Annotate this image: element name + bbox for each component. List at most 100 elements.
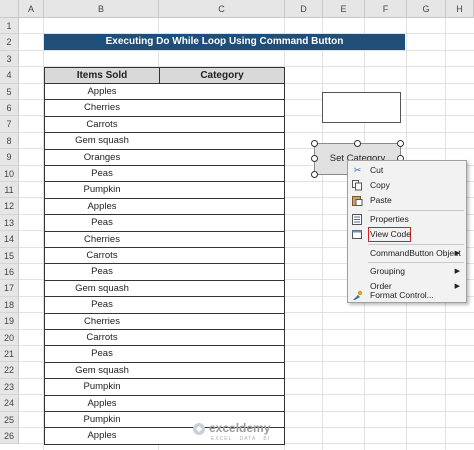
items-sold-cell[interactable]: Peas xyxy=(44,264,160,281)
resize-handle-bottom-left[interactable] xyxy=(311,171,318,178)
menu-item-cut[interactable]: ✂ Cut xyxy=(348,163,466,178)
row-header-1[interactable]: 1 xyxy=(0,18,19,35)
category-cell[interactable] xyxy=(159,166,285,183)
menu-separator xyxy=(368,244,464,245)
menu-separator xyxy=(368,262,464,263)
row-header-24[interactable]: 24 xyxy=(0,395,19,412)
row-header-12[interactable]: 12 xyxy=(0,198,19,215)
menu-item-grouping[interactable]: Grouping ▶ xyxy=(348,264,466,279)
category-cell[interactable] xyxy=(159,313,285,330)
row-header-15[interactable]: 15 xyxy=(0,247,19,264)
row-header-23[interactable]: 23 xyxy=(0,378,19,396)
category-cell[interactable] xyxy=(159,395,285,412)
items-sold-cell[interactable]: Peas xyxy=(44,166,160,183)
items-sold-cell[interactable]: Carrots xyxy=(44,248,160,265)
category-cell[interactable] xyxy=(159,182,285,199)
items-sold-cell[interactable]: Carrots xyxy=(44,116,160,134)
category-cell[interactable] xyxy=(159,280,285,298)
category-cell[interactable] xyxy=(159,362,285,380)
row-header-9[interactable]: 9 xyxy=(0,149,19,166)
items-sold-cell[interactable]: Cherries xyxy=(44,313,160,330)
row-header-10[interactable]: 10 xyxy=(0,165,19,182)
menu-item-paste[interactable]: Paste xyxy=(348,193,466,208)
scissors-icon: ✂ xyxy=(353,165,362,175)
items-sold-cell[interactable]: Peas xyxy=(44,297,160,314)
items-sold-cell[interactable]: Cherries xyxy=(44,100,160,117)
column-header-d[interactable]: D xyxy=(285,0,323,18)
row-header-16[interactable]: 16 xyxy=(0,264,19,281)
row-header-25[interactable]: 25 xyxy=(0,411,19,428)
text-box[interactable] xyxy=(322,92,401,123)
select-all-corner[interactable] xyxy=(0,0,19,18)
items-sold-cell[interactable]: Pumpkin xyxy=(44,412,160,429)
row-header-6[interactable]: 6 xyxy=(0,100,19,117)
column-header-f[interactable]: F xyxy=(365,0,407,18)
items-sold-cell[interactable]: Apples xyxy=(44,84,160,101)
category-cell[interactable] xyxy=(159,215,285,232)
category-cell[interactable] xyxy=(159,297,285,314)
category-cell[interactable] xyxy=(159,231,285,248)
items-sold-cell[interactable]: Pumpkin xyxy=(44,379,160,396)
items-sold-cell[interactable]: Gem squash xyxy=(44,133,160,150)
resize-handle-top-right[interactable] xyxy=(397,140,404,147)
menu-item-properties[interactable]: Properties xyxy=(348,212,466,227)
items-sold-cell[interactable]: Peas xyxy=(44,346,160,363)
category-cell[interactable] xyxy=(159,84,285,101)
row-header-19[interactable]: 19 xyxy=(0,313,19,330)
column-header-g[interactable]: G xyxy=(407,0,446,18)
column-header-c[interactable]: C xyxy=(159,0,285,18)
category-cell[interactable] xyxy=(159,100,285,117)
row-header-5[interactable]: 5 xyxy=(0,83,19,100)
category-cell[interactable] xyxy=(159,330,285,347)
row-header-17[interactable]: 17 xyxy=(0,280,19,297)
menu-item-commandbutton-object[interactable]: CommandButton Object ▶ xyxy=(348,246,466,261)
submenu-arrow-icon: ▶ xyxy=(454,268,460,275)
menu-item-format-control[interactable]: Format Control... xyxy=(348,288,466,303)
exceldemy-logo-icon xyxy=(192,422,206,438)
row-header-18[interactable]: 18 xyxy=(0,296,19,314)
category-cell[interactable] xyxy=(159,198,285,216)
items-sold-cell[interactable]: Peas xyxy=(44,215,160,232)
resize-handle-top-left[interactable] xyxy=(311,140,318,147)
row-header-20[interactable]: 20 xyxy=(0,329,19,346)
items-sold-cell[interactable]: Gem squash xyxy=(44,362,160,380)
category-cell[interactable] xyxy=(159,379,285,396)
row-header-21[interactable]: 21 xyxy=(0,346,19,363)
resize-handle-top-mid[interactable] xyxy=(354,140,361,147)
resize-handle-mid-left[interactable] xyxy=(311,155,318,162)
row-header-13[interactable]: 13 xyxy=(0,214,19,232)
row-header-11[interactable]: 11 xyxy=(0,182,19,199)
row-header-14[interactable]: 14 xyxy=(0,231,19,248)
row-header-26[interactable]: 26 xyxy=(0,428,19,445)
items-sold-cell[interactable]: Apples xyxy=(44,198,160,216)
row-header-8[interactable]: 8 xyxy=(0,132,19,150)
items-sold-cell[interactable]: Apples xyxy=(44,395,160,412)
row-header-4[interactable]: 4 xyxy=(0,67,19,84)
category-cell[interactable] xyxy=(159,149,285,166)
column-header-a[interactable]: A xyxy=(19,0,44,18)
category-cell[interactable] xyxy=(159,346,285,363)
watermark-brand: exceldemy xyxy=(209,421,271,435)
items-sold-cell[interactable]: Apples xyxy=(44,428,160,445)
row-header-22[interactable]: 22 xyxy=(0,362,19,379)
menu-item-copy[interactable]: Copy xyxy=(348,178,466,193)
items-sold-cell[interactable]: Carrots xyxy=(44,330,160,347)
category-cell[interactable] xyxy=(159,116,285,134)
gridline-vertical xyxy=(322,18,323,450)
row-header-2[interactable]: 2 xyxy=(0,34,19,51)
column-header-h[interactable]: H xyxy=(446,0,474,18)
category-cell[interactable] xyxy=(159,248,285,265)
items-sold-cell[interactable]: Oranges xyxy=(44,149,160,166)
column-header-b[interactable]: B xyxy=(44,0,159,18)
items-sold-cell[interactable]: Cherries xyxy=(44,231,160,248)
menu-item-view-code[interactable]: View Code xyxy=(348,227,466,242)
items-sold-cell[interactable]: Pumpkin xyxy=(44,182,160,199)
row-header-3[interactable]: 3 xyxy=(0,50,19,68)
menu-separator xyxy=(368,210,464,211)
column-header-e[interactable]: E xyxy=(323,0,365,18)
category-cell[interactable] xyxy=(159,133,285,150)
format-control-icon xyxy=(352,290,363,301)
items-sold-cell[interactable]: Gem squash xyxy=(44,280,160,298)
category-cell[interactable] xyxy=(159,264,285,281)
row-header-7[interactable]: 7 xyxy=(0,116,19,133)
